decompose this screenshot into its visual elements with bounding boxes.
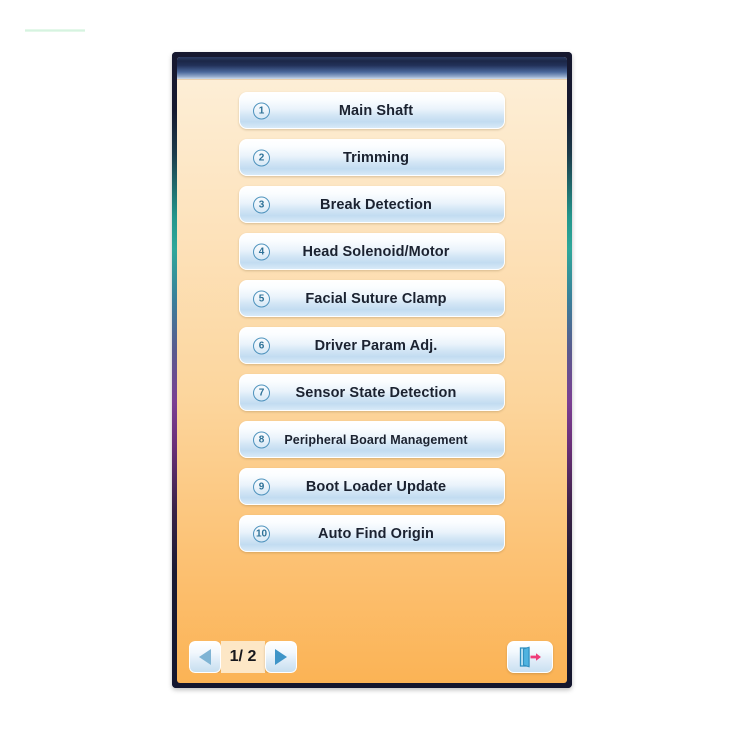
menu-item-facial-suture-clamp[interactable]: 5 Facial Suture Clamp <box>239 280 505 317</box>
menu-item-number: 3 <box>253 196 270 213</box>
menu-item-main-shaft[interactable]: 1 Main Shaft <box>239 92 505 129</box>
menu-item-number: 6 <box>253 337 270 354</box>
menu-item-label: Driver Param Adj. <box>314 337 438 354</box>
triangle-left-icon <box>199 649 211 665</box>
menu-list: 1 Main Shaft 2 Trimming 3 Break Detectio… <box>177 80 567 631</box>
menu-item-number: 9 <box>253 478 270 495</box>
menu-item-label: Boot Loader Update <box>305 478 447 495</box>
menu-item-sensor-state-detection[interactable]: 7 Sensor State Detection <box>239 374 505 411</box>
pager: 1/ 2 <box>189 641 297 673</box>
menu-item-label: Trimming <box>342 149 410 166</box>
exit-door-icon <box>519 646 541 668</box>
device-screen: 1 Main Shaft 2 Trimming 3 Break Detectio… <box>177 57 567 683</box>
exit-button[interactable] <box>507 641 553 673</box>
menu-item-label: Main Shaft <box>338 102 414 119</box>
prev-page-button[interactable] <box>189 641 221 673</box>
menu-item-driver-param-adj[interactable]: 6 Driver Param Adj. <box>239 327 505 364</box>
device-panel: 1 Main Shaft 2 Trimming 3 Break Detectio… <box>172 52 572 688</box>
triangle-right-icon <box>275 649 287 665</box>
menu-item-number: 1 <box>253 102 270 119</box>
image-artifact-line <box>25 29 85 32</box>
menu-item-number: 4 <box>253 243 270 260</box>
menu-item-label: Head Solenoid/Motor <box>302 243 450 260</box>
menu-item-number: 2 <box>253 149 270 166</box>
menu-item-break-detection[interactable]: 3 Break Detection <box>239 186 505 223</box>
titlebar <box>177 57 567 80</box>
menu-item-number: 10 <box>253 525 271 542</box>
page-indicator: 1/ 2 <box>221 641 265 673</box>
menu-item-auto-find-origin[interactable]: 10 Auto Find Origin <box>239 515 505 552</box>
footer-bar: 1/ 2 <box>177 631 567 683</box>
menu-item-number: 7 <box>253 384 270 401</box>
menu-item-label: Break Detection <box>320 196 432 213</box>
menu-item-trimming[interactable]: 2 Trimming <box>239 139 505 176</box>
next-page-button[interactable] <box>265 641 297 673</box>
menu-item-boot-loader-update[interactable]: 9 Boot Loader Update <box>239 468 505 505</box>
menu-item-label: Facial Suture Clamp <box>305 290 447 307</box>
menu-item-number: 8 <box>253 431 270 448</box>
menu-item-peripheral-board-management[interactable]: 8 Peripheral Board Management <box>239 421 505 458</box>
menu-item-label: Sensor State Detection <box>295 384 457 401</box>
menu-item-label: Peripheral Board Management <box>284 432 468 447</box>
menu-item-label: Auto Find Origin <box>318 525 434 542</box>
menu-item-number: 5 <box>253 290 270 307</box>
menu-item-head-solenoid-motor[interactable]: 4 Head Solenoid/Motor <box>239 233 505 270</box>
